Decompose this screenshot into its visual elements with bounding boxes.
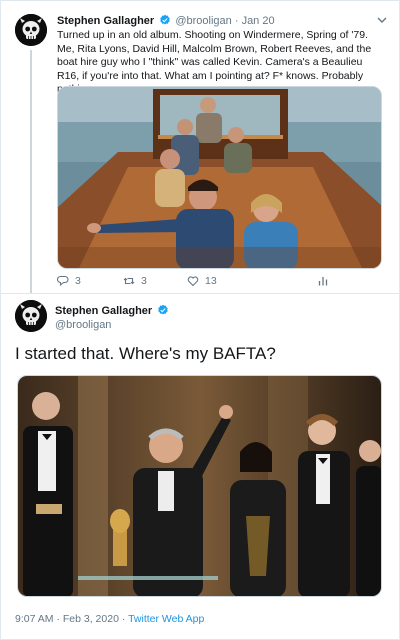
tweet-actions: 3 3 13 <box>57 275 337 289</box>
analytics-button[interactable] <box>317 275 329 287</box>
tweet-photo-bafta[interactable] <box>17 375 382 597</box>
tweet-1[interactable]: Stephen Gallagher @brooligan · Jan 20 Tu… <box>1 1 400 293</box>
retweet-icon <box>123 277 135 285</box>
reply-count: 3 <box>75 275 81 287</box>
tweet-photo-boat[interactable] <box>57 86 382 269</box>
author-name[interactable]: Stephen Gallagher <box>55 305 152 317</box>
timeline: Stephen Gallagher @brooligan · Jan 20 Tu… <box>0 0 400 640</box>
reply-button[interactable]: 3 <box>57 275 81 287</box>
author-handle[interactable]: @brooligan <box>175 15 231 27</box>
separator: · <box>121 613 126 625</box>
author-name-line: Stephen Gallagher <box>55 304 170 318</box>
tweet-meta: 9:07 AM · Feb 3, 2020 · Twitter Web App <box>15 613 204 625</box>
divider <box>1 293 400 294</box>
tweet-time[interactable]: 9:07 AM <box>15 613 54 625</box>
boat-photo-image <box>58 87 381 268</box>
avatar[interactable] <box>15 300 47 332</box>
tweet-text: I started that. Where's my BAFTA? <box>15 344 276 363</box>
author-name[interactable]: Stephen Gallagher <box>57 15 154 27</box>
separator: · <box>234 15 239 27</box>
skull-avatar-icon <box>15 300 47 332</box>
separator: · <box>56 613 60 625</box>
source-app-link[interactable]: Twitter Web App <box>128 613 204 625</box>
verified-icon <box>158 304 169 315</box>
author-handle[interactable]: @brooligan <box>55 318 111 332</box>
thread-line <box>30 50 32 293</box>
like-button[interactable]: 13 <box>187 275 217 287</box>
verified-icon <box>160 14 171 25</box>
chevron-down-icon[interactable] <box>376 14 388 26</box>
tweet-date[interactable]: Feb 3, 2020 <box>63 613 119 625</box>
reply-icon <box>57 275 69 287</box>
tweet-date[interactable]: Jan 20 <box>242 15 275 27</box>
tweet-header: Stephen Gallagher @brooligan · Jan 20 <box>57 14 275 28</box>
retweet-button[interactable]: 3 <box>123 275 147 287</box>
retweet-count: 3 <box>141 275 147 287</box>
skull-avatar-icon <box>15 14 47 46</box>
avatar[interactable] <box>15 14 47 46</box>
analytics-icon <box>318 277 328 286</box>
like-count: 13 <box>205 275 217 287</box>
like-icon <box>187 276 199 287</box>
bafta-photo-image <box>18 376 381 596</box>
